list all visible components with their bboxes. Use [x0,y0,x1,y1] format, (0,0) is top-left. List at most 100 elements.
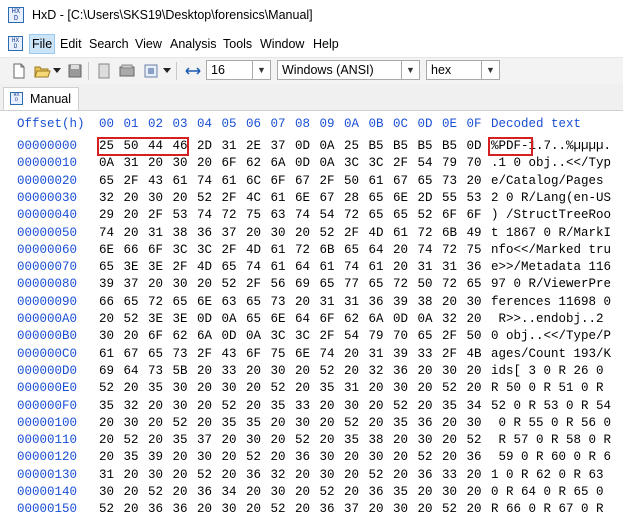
hex-byte[interactable]: 20 [271,416,296,430]
bytes-per-row-select[interactable]: 16 ▼ [206,60,271,80]
menu-file[interactable]: File [29,34,56,54]
hex-byte[interactable]: 52 [369,468,394,482]
hex-byte[interactable]: 62 [173,329,198,343]
hex-byte[interactable]: 65 [320,277,345,291]
hex-byte[interactable]: 0D [295,139,320,153]
hex-byte[interactable]: 55 [442,191,467,205]
hex-byte[interactable]: 20 [467,485,492,499]
hex-byte[interactable]: 52 [222,277,247,291]
hex-byte[interactable]: 20 [344,347,369,361]
row-decoded-text[interactable]: 52 0 R 53 0 R 54 [491,399,611,413]
hex-row[interactable]: 00000150 52 20 36 36 20 30 20 52 20 36 37 20 30 20 52 20… [0,502,623,519]
hex-byte[interactable]: 0A [320,156,345,170]
hex-byte[interactable]: 32 [124,399,149,413]
hex-byte[interactable]: 30 [344,399,369,413]
hex-byte[interactable]: 3C [271,329,296,343]
hex-byte[interactable]: 65 [246,312,271,326]
hex-byte[interactable]: 6F [148,243,173,257]
hex-byte[interactable]: 74 [418,243,443,257]
hex-row[interactable]: 00000060 6E 66 6F 3C 3C 2F 4D 61 72 6B 65 64 20 74 72 75… [0,243,623,260]
row-decoded-text[interactable]: 0 R 55 0 R 56 0 [491,416,612,430]
hex-byte[interactable]: 4C [246,191,271,205]
row-decoded-text[interactable]: 0 obj..<</Type/P [491,329,611,343]
hex-byte[interactable]: 74 [344,260,369,274]
hex-row[interactable]: 00000080 39 37 20 30 20 52 2F 56 69 65 77 65 72 50 72 65… [0,277,623,294]
hex-byte[interactable]: 20 [246,399,271,413]
hex-byte[interactable]: 30 [369,450,394,464]
hex-byte[interactable]: B5 [418,139,443,153]
hex-byte[interactable]: 67 [295,174,320,188]
hex-byte[interactable]: 35 [344,433,369,447]
hex-byte[interactable]: 30 [467,295,492,309]
hex-row[interactable]: 00000010 0A 31 20 30 20 6F 62 6A 0D 0A 3C 3C 2F 54 79 70… [0,156,623,173]
hex-byte[interactable]: 37 [271,139,296,153]
hex-byte[interactable]: 52 [320,364,345,378]
hex-byte[interactable]: 20 [393,260,418,274]
hex-row[interactable]: 00000070 65 3E 3E 2F 4D 65 74 61 64 61 74 61 20 31 31 36… [0,260,623,277]
ram-editor-icon[interactable] [142,62,160,80]
hex-byte[interactable]: 30 [320,468,345,482]
hex-byte[interactable]: 65 [148,347,173,361]
hex-byte[interactable]: 6B [442,226,467,240]
hex-byte[interactable]: 61 [222,174,247,188]
hex-byte[interactable]: 20 [295,226,320,240]
hex-byte[interactable]: 20 [148,433,173,447]
hex-byte[interactable]: 52 [271,381,296,395]
hex-byte[interactable]: 20 [148,399,173,413]
hex-byte[interactable]: 20 [99,450,124,464]
hex-byte[interactable]: 79 [369,329,394,343]
hex-byte[interactable]: 20 [320,399,345,413]
hex-byte[interactable]: 50 [418,277,443,291]
hex-byte[interactable]: 20 [124,381,149,395]
hex-byte[interactable]: 4D [197,260,222,274]
hex-row[interactable]: 000000C0 61 67 65 73 2F 43 6F 75 6E 74 20 31 39 33 2F 4B… [0,347,623,364]
hex-byte[interactable]: 20 [467,502,492,516]
hex-byte[interactable]: 70 [467,156,492,170]
hex-byte[interactable]: 20 [467,468,492,482]
hex-byte[interactable]: 20 [246,502,271,516]
row-bytes[interactable]: 65 2F 43 61 74 61 6C 6F 67 2F 50 61 67 65 73 20 [99,174,491,188]
hex-byte[interactable]: 65 [99,260,124,274]
row-bytes[interactable]: 69 64 73 5B 20 33 20 30 20 52 20 32 36 20 30 20 [99,364,491,378]
hex-byte[interactable]: 61 [173,174,198,188]
hex-byte[interactable]: 43 [148,174,173,188]
hex-byte[interactable]: 20 [344,364,369,378]
row-decoded-text[interactable]: 59 0 R 60 0 R 6 [491,450,612,464]
hex-byte[interactable]: 46 [173,139,198,153]
hex-byte[interactable]: 72 [418,226,443,240]
hex-byte[interactable]: 52 [418,450,443,464]
row-bytes[interactable]: 6E 66 6F 3C 3C 2F 4D 61 72 6B 65 64 20 74 72 75 [99,243,491,257]
hex-byte[interactable]: 30 [99,329,124,343]
hex-byte[interactable]: 79 [442,156,467,170]
hex-byte[interactable]: 2F [393,156,418,170]
hex-byte[interactable]: 31 [148,226,173,240]
hex-row[interactable]: 00000140 30 20 52 20 36 34 20 30 20 52 20 36 35 20 30 20… [0,485,623,502]
row-decoded-text[interactable]: ) /StructTreeRoo [491,208,611,222]
hex-byte[interactable]: 50 [124,139,149,153]
hex-byte[interactable]: 6E [99,243,124,257]
row-bytes[interactable]: 52 20 35 30 20 30 20 52 20 35 31 20 30 20 52 20 [99,381,491,395]
hex-byte[interactable]: 36 [369,295,394,309]
hex-byte[interactable]: 20 [173,485,198,499]
hex-byte[interactable]: 30 [148,468,173,482]
hex-byte[interactable]: 20 [442,450,467,464]
hex-byte[interactable]: 73 [148,364,173,378]
hex-byte[interactable]: 65 [246,295,271,309]
row-decoded-text[interactable]: 2 0 R/Lang(en-US [491,191,611,205]
hex-byte[interactable]: 20 [197,156,222,170]
hex-byte[interactable]: 39 [393,295,418,309]
hex-byte[interactable]: 65 [222,260,247,274]
row-bytes[interactable]: 35 32 20 30 20 52 20 35 33 20 30 20 52 20 35 34 [99,399,491,413]
hex-byte[interactable]: 6F [271,174,296,188]
hex-byte[interactable]: 36 [148,502,173,516]
hex-byte[interactable]: 61 [369,260,394,274]
hex-row[interactable]: 00000120 20 35 39 20 30 20 52 20 36 30 20 30 20 52 20 36… [0,450,623,467]
row-bytes[interactable]: 32 20 30 20 52 2F 4C 61 6E 67 28 65 6E 2D 55 53 [99,191,491,205]
hex-byte[interactable]: 64 [369,243,394,257]
chevron-down-icon[interactable]: ▼ [401,61,419,79]
hex-byte[interactable]: 20 [467,364,492,378]
hex-byte[interactable]: 35 [148,381,173,395]
hex-byte[interactable]: 20 [99,312,124,326]
hex-byte[interactable]: 6F [246,347,271,361]
hex-byte[interactable]: 72 [393,277,418,291]
